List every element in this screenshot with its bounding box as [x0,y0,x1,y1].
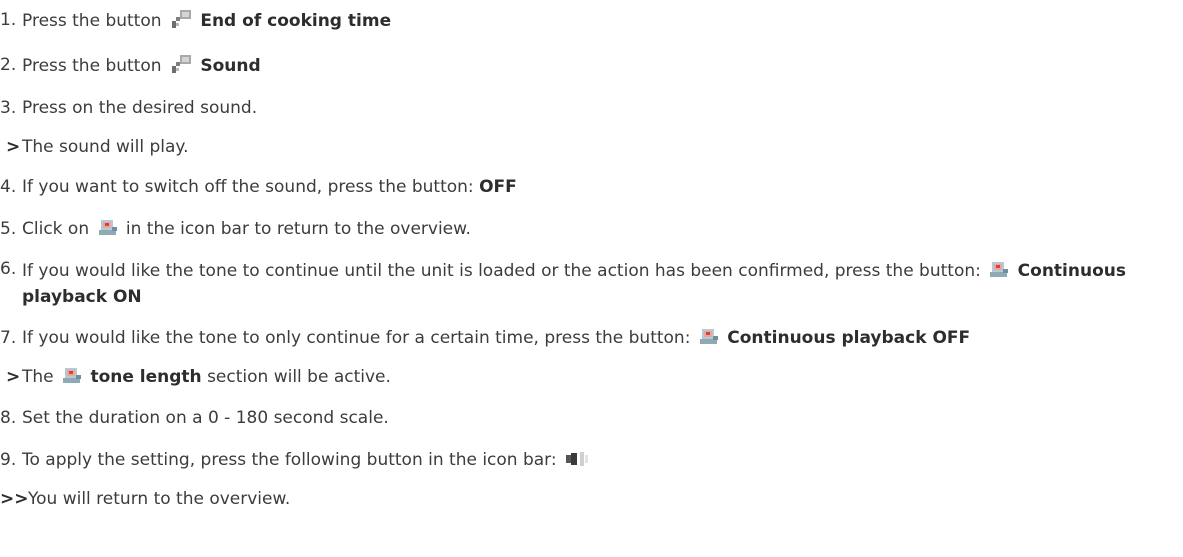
step-text: If you would like the tone to continue u… [22,260,1126,307]
step-text: The sound will play. [22,137,189,157]
instruction-list: 1. Press the button End of cooking time … [0,0,1183,557]
step-number: 6. [0,259,17,279]
button-name: Continuous playback OFF [727,328,971,348]
step-text: Click on in the icon bar to return to th… [22,218,471,239]
food-probe-icon [170,9,192,29]
step-number: 4. [0,177,17,197]
step-text: If you would like the tone to only conti… [22,327,971,348]
step-number: 5. [0,219,17,239]
repeat-sound-icon [62,366,82,385]
step-number: 9. [0,450,17,470]
food-probe-icon [170,54,192,74]
step-text: You will return to the overview. [28,489,291,509]
step-text: The tone length section will be active. [22,366,391,387]
step-text: Set the duration on a 0 - 180 second sca… [22,408,389,428]
step-number: 2. [0,55,17,75]
button-name: Sound [200,56,261,76]
step-text: Press on the desired sound. [22,98,258,118]
step-text: If you want to switch off the sound, pre… [22,177,517,197]
apply-settings-icon [565,450,591,468]
repeat-sound-icon [699,327,719,346]
step-text: To apply the setting, press the followin… [22,449,594,471]
step-number: 1. [0,10,17,30]
repeat-sound-icon [98,218,118,237]
result-marker: > [6,367,21,387]
step-number: 7. [0,328,17,348]
step-text: Press the button Sound [22,54,261,76]
result-marker: > [6,137,21,157]
repeat-sound-icon [989,260,1009,279]
result-marker: >> [0,489,29,509]
step-number: 3. [0,98,17,118]
button-name: OFF [479,177,517,197]
section-name: tone length [90,367,202,387]
step-text: Press the button End of cooking time [22,9,392,31]
step-number: 8. [0,408,17,428]
button-name: End of cooking time [200,11,392,31]
